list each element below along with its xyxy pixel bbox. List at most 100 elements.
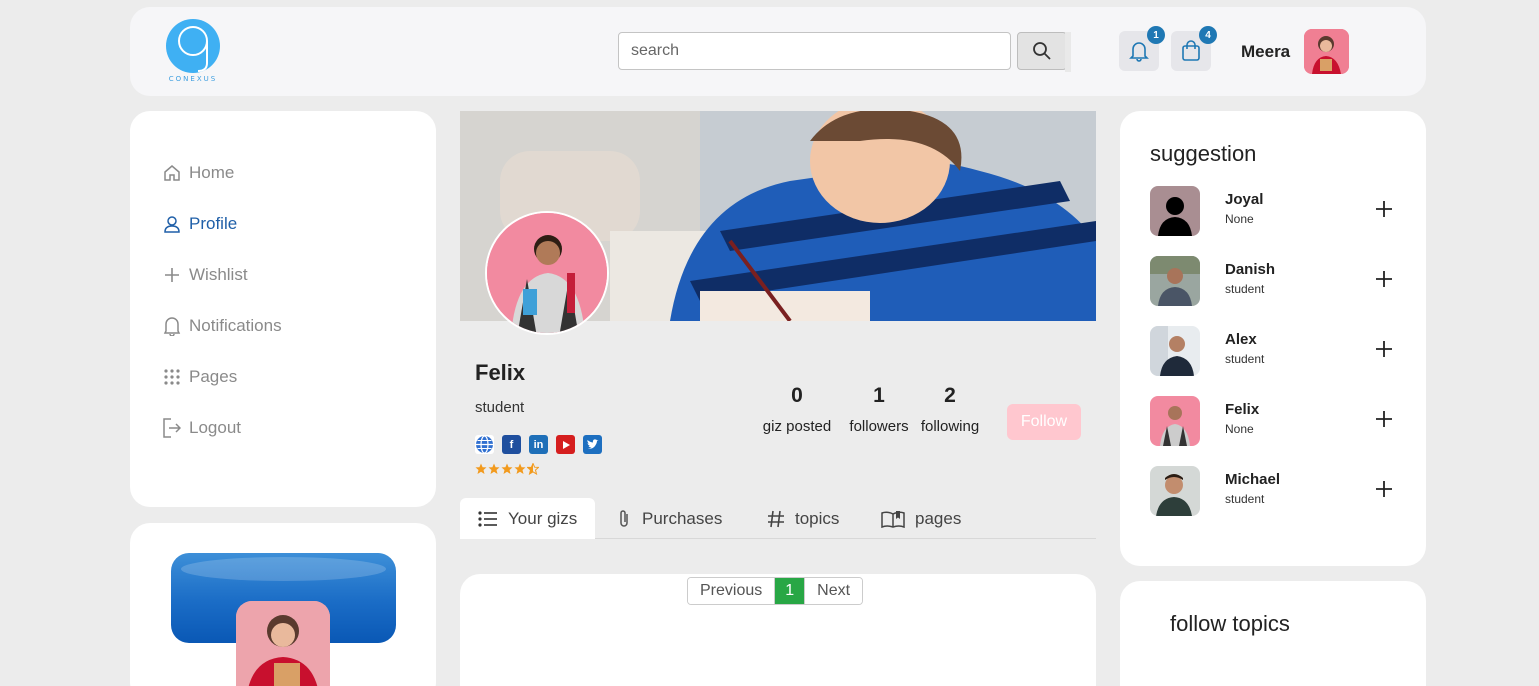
globe-icon[interactable] <box>475 435 494 454</box>
top-header: CONEXUS 1 4 Meera <box>130 7 1426 96</box>
profile-name: Felix <box>475 360 526 385</box>
follow-button[interactable]: Follow <box>1007 404 1081 440</box>
profile-photo[interactable] <box>485 211 609 335</box>
sidebar-item-label: Pages <box>189 367 238 386</box>
suggestion-name[interactable]: Joyal <box>1225 191 1263 208</box>
list-item: Danish student <box>1150 256 1400 306</box>
pagination-page-current[interactable]: 1 <box>774 578 805 604</box>
tab-label: Your gizs <box>508 508 578 528</box>
star-half-icon <box>527 463 539 475</box>
stat-value: 1 <box>873 384 885 407</box>
grid-icon <box>162 367 182 387</box>
suggestion-name[interactable]: Danish <box>1225 261 1275 278</box>
tab-label: topics <box>795 508 840 528</box>
suggestion-role: student <box>1225 492 1265 506</box>
suggestion-role: student <box>1225 282 1265 296</box>
sidebar-item-label: Logout <box>189 418 241 437</box>
sidebar-item-logout[interactable]: Logout <box>162 418 241 438</box>
pagination-previous[interactable]: Previous <box>688 578 775 604</box>
sidebar: Home Profile Wishlist Notifications Page… <box>130 111 436 507</box>
search-button[interactable] <box>1017 32 1067 70</box>
pagination: Previous 1 Next <box>687 577 864 605</box>
user-avatar[interactable] <box>1304 29 1349 74</box>
star-icon <box>514 463 526 474</box>
stat-label: following <box>920 418 980 435</box>
follow-topics-title: follow topics <box>1170 611 1290 636</box>
search-icon <box>1033 42 1051 60</box>
add-icon[interactable] <box>1374 199 1394 219</box>
tab-your-gizs[interactable]: Your gizs <box>460 498 596 539</box>
sidebar-item-label: Home <box>189 163 235 182</box>
paperclip-icon <box>616 509 632 529</box>
stat-following[interactable]: 2 following <box>917 384 983 435</box>
follow-topics-panel: follow topics <box>1120 581 1426 686</box>
cart-count-badge: 4 <box>1199 26 1217 44</box>
suggestion-name[interactable]: Michael <box>1225 471 1280 488</box>
bell-icon <box>1129 42 1149 62</box>
youtube-icon[interactable] <box>556 435 575 454</box>
add-icon[interactable] <box>1374 409 1394 429</box>
profile-role: student <box>475 399 525 416</box>
card-avatar[interactable] <box>236 601 330 686</box>
suggestion-role: student <box>1225 352 1265 366</box>
hash-icon <box>767 510 785 528</box>
stat-value: 0 <box>791 384 803 407</box>
profile-tabs: Your gizs Purchases topics pages <box>460 498 1096 539</box>
star-icon <box>488 463 500 474</box>
sidebar-item-notifications[interactable]: Notifications <box>162 316 282 336</box>
add-icon[interactable] <box>1374 339 1394 359</box>
suggestion-name[interactable]: Felix <box>1225 401 1259 418</box>
search-input[interactable] <box>618 32 1011 70</box>
avatar[interactable] <box>1150 256 1200 306</box>
tab-purchases[interactable]: Purchases <box>616 498 722 539</box>
sidebar-item-label: Wishlist <box>189 265 248 284</box>
avatar[interactable] <box>1150 396 1200 446</box>
bell-icon <box>162 316 182 336</box>
suggestions-title: suggestion <box>1150 141 1257 166</box>
user-icon <box>162 214 182 234</box>
list-item: Michael student <box>1150 466 1400 516</box>
star-rating <box>475 463 539 475</box>
avatar[interactable] <box>1150 186 1200 236</box>
cart-button[interactable]: 4 <box>1171 26 1217 71</box>
logout-icon <box>162 418 182 438</box>
add-icon[interactable] <box>1374 269 1394 289</box>
shopping-bag-icon <box>1182 40 1200 61</box>
tab-label: pages <box>915 508 962 528</box>
stat-value: 2 <box>944 384 956 407</box>
tab-label: Purchases <box>642 508 723 528</box>
stat-giz-posted: 0 giz posted <box>761 384 833 435</box>
list-icon <box>478 510 498 527</box>
linkedin-icon[interactable]: in <box>529 435 548 454</box>
sidebar-item-label: Profile <box>189 214 238 233</box>
gizs-content: Previous 1 Next <box>460 574 1096 686</box>
star-icon <box>501 463 513 474</box>
sidebar-item-label: Notifications <box>189 316 282 335</box>
suggestions-panel: suggestion Joyal None Danish student Ale… <box>1120 111 1426 566</box>
sidebar-item-wishlist[interactable]: Wishlist <box>162 265 248 285</box>
twitter-icon[interactable] <box>583 435 602 454</box>
stat-label: followers <box>849 418 909 435</box>
user-card <box>130 523 436 686</box>
search-button-edge <box>1065 32 1071 72</box>
sidebar-item-pages[interactable]: Pages <box>162 367 237 387</box>
suggestion-name[interactable]: Alex <box>1225 331 1257 348</box>
social-links: f in <box>475 435 602 454</box>
stat-label: giz posted <box>762 418 832 435</box>
facebook-icon[interactable]: f <box>502 435 521 454</box>
add-icon[interactable] <box>1374 479 1394 499</box>
stat-followers[interactable]: 1 followers <box>846 384 912 435</box>
conexus-logo[interactable]: CONEXUS <box>166 19 220 87</box>
list-item: Joyal None <box>1150 186 1400 236</box>
search-bar <box>618 32 1072 72</box>
pagination-next[interactable]: Next <box>804 578 863 604</box>
sidebar-item-profile[interactable]: Profile <box>162 214 237 234</box>
logo-mark <box>166 19 220 73</box>
tab-topics[interactable]: topics <box>767 498 839 539</box>
tab-pages[interactable]: pages <box>881 498 961 539</box>
notifications-button[interactable]: 1 <box>1119 26 1165 71</box>
sidebar-item-home[interactable]: Home <box>162 163 234 183</box>
avatar[interactable] <box>1150 466 1200 516</box>
user-name[interactable]: Meera <box>1241 42 1290 62</box>
avatar[interactable] <box>1150 326 1200 376</box>
